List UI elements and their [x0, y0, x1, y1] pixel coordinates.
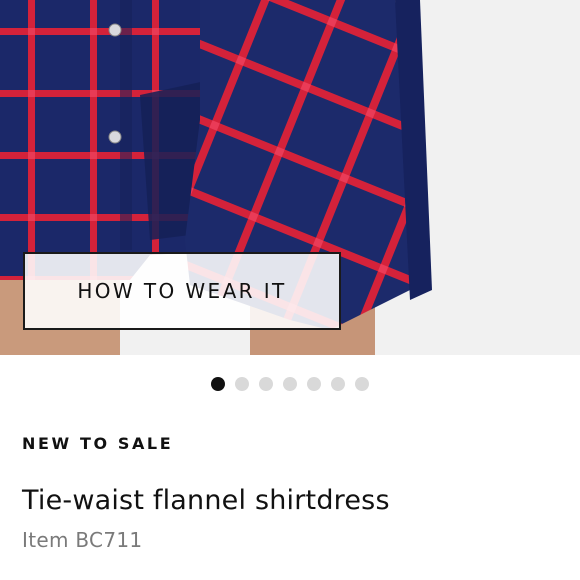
- how-to-wear-it-button[interactable]: HOW TO WEAR IT: [23, 252, 341, 330]
- product-image[interactable]: HOW TO WEAR IT: [0, 0, 580, 355]
- carousel-dot[interactable]: [259, 377, 273, 391]
- carousel-indicators: [0, 376, 580, 392]
- shirt-button-icon: [108, 130, 122, 144]
- item-number: Item BC711: [22, 528, 143, 552]
- shirt-button-icon: [108, 23, 122, 37]
- product-title: Tie-waist flannel shirtdress: [22, 485, 390, 516]
- how-to-wear-it-label: HOW TO WEAR IT: [77, 279, 287, 303]
- carousel-dot[interactable]: [355, 377, 369, 391]
- carousel-dot[interactable]: [235, 377, 249, 391]
- sale-badge: NEW TO SALE: [22, 434, 174, 453]
- carousel-dot[interactable]: [307, 377, 321, 391]
- carousel-dot[interactable]: [331, 377, 345, 391]
- carousel-dot[interactable]: [211, 377, 225, 391]
- carousel-dot[interactable]: [283, 377, 297, 391]
